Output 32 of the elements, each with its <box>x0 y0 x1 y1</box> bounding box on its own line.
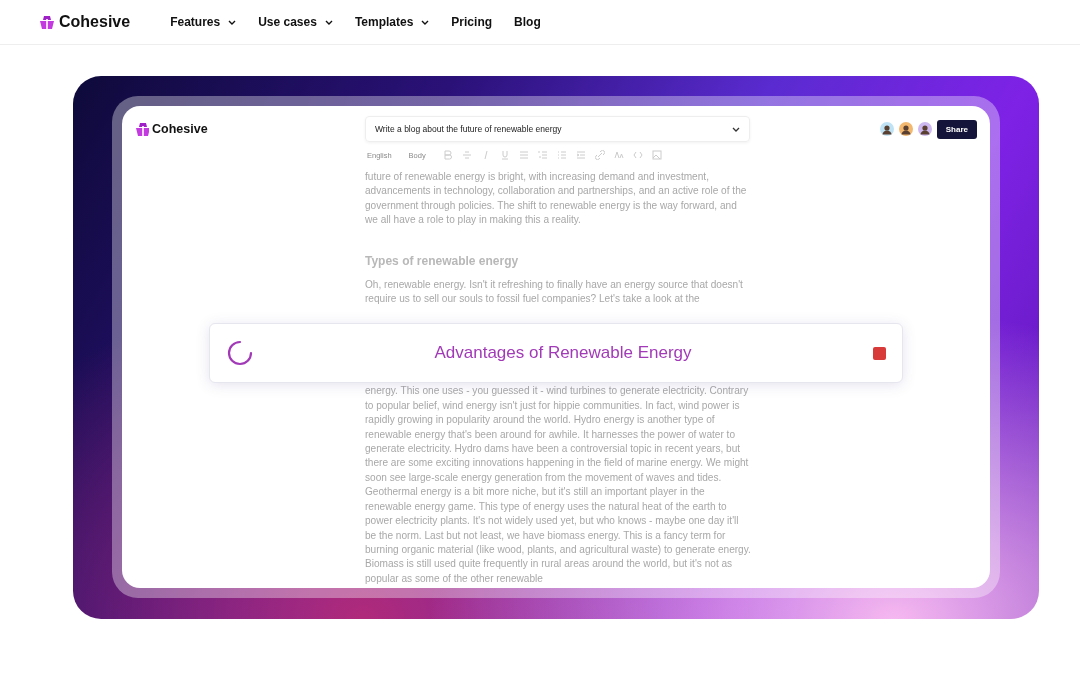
brand-logo[interactable]: Cohesive <box>135 122 365 136</box>
logo-icon <box>39 14 55 30</box>
avatar-icon <box>879 122 894 136</box>
share-button[interactable]: Share <box>936 119 977 139</box>
code-icon <box>632 150 643 160</box>
align-icon <box>518 150 529 160</box>
nav-link[interactable]: Templates <box>354 15 430 29</box>
numbered-list-icon <box>537 150 548 160</box>
indent-icon <box>575 150 586 160</box>
avatar-icon <box>917 122 932 136</box>
bullet-list-icon <box>556 150 567 160</box>
strikethrough-icon <box>461 150 472 160</box>
section-heading: Types of renewable energy <box>365 253 520 268</box>
body-paragraph: Oh, renewable energy. Isn't it refreshing to finally have an energy source that doesn't require us to sell our souls to fossil fuel companies? Let's take a look at the <box>365 277 744 307</box>
chevron-down-icon <box>732 126 740 132</box>
nav-link[interactable]: Blog <box>514 15 541 29</box>
stop-button[interactable] <box>873 346 886 360</box>
brand-logo[interactable]: Cohesive <box>39 13 131 31</box>
text-size-icon <box>613 150 624 160</box>
nav-link[interactable]: Use cases <box>258 15 333 29</box>
link-icon <box>594 150 605 160</box>
avatar-icon <box>898 122 913 136</box>
image-icon <box>651 150 662 160</box>
bold-icon <box>442 150 453 160</box>
underline-icon <box>499 150 510 160</box>
body-paragraph: future of renewable energy is bright, with increasing demand and investment, advancements in technology, collaboration and partnerships, and an active role of the government through policies. The shift to renewable energy is the way forward, and we all have a role to play in making this a reality. <box>365 170 748 228</box>
nav-link[interactable]: Features <box>170 15 237 29</box>
body-paragraph: energy. This one uses - you guessed it - wind turbines to generate electricity. Contrary to popular belief, wind energy isn't just for hippie communities. In fact, wind power is rapidly growing in popularity around the world. Hydro energy is another type of renewable energy that's been around for awhile. It harnesses the power of water to generate electricity. Hydro dams have been a controversial topic in recent years, but there are some exciting innovations happening in the field of marine energy. We might soon see large-scale energy generation from the movement of waves and tides. Geothermal energy is a bit more niche, but it's still an important player in the renewable energy game. This type of energy uses the natural heat of the earth to power electricity plants. It's not widely used yet, but who knows - maybe one day it'll be the norm. Last but not least, we have biomass energy. This is a fancy term for burning organic material (like wood, plants, and agricultural waste) to generate energy. Biomass is still used quite frequently in rural areas around the world, but it's not as popular as some of the other renewable <box>365 384 751 586</box>
generating-title: Advantages of Renewable Energy <box>434 343 692 363</box>
nav-link[interactable]: Pricing <box>451 15 493 29</box>
prompt-dropdown[interactable]: Write a blog about the future of renewable energy <box>365 116 750 142</box>
logo-icon <box>135 122 149 136</box>
